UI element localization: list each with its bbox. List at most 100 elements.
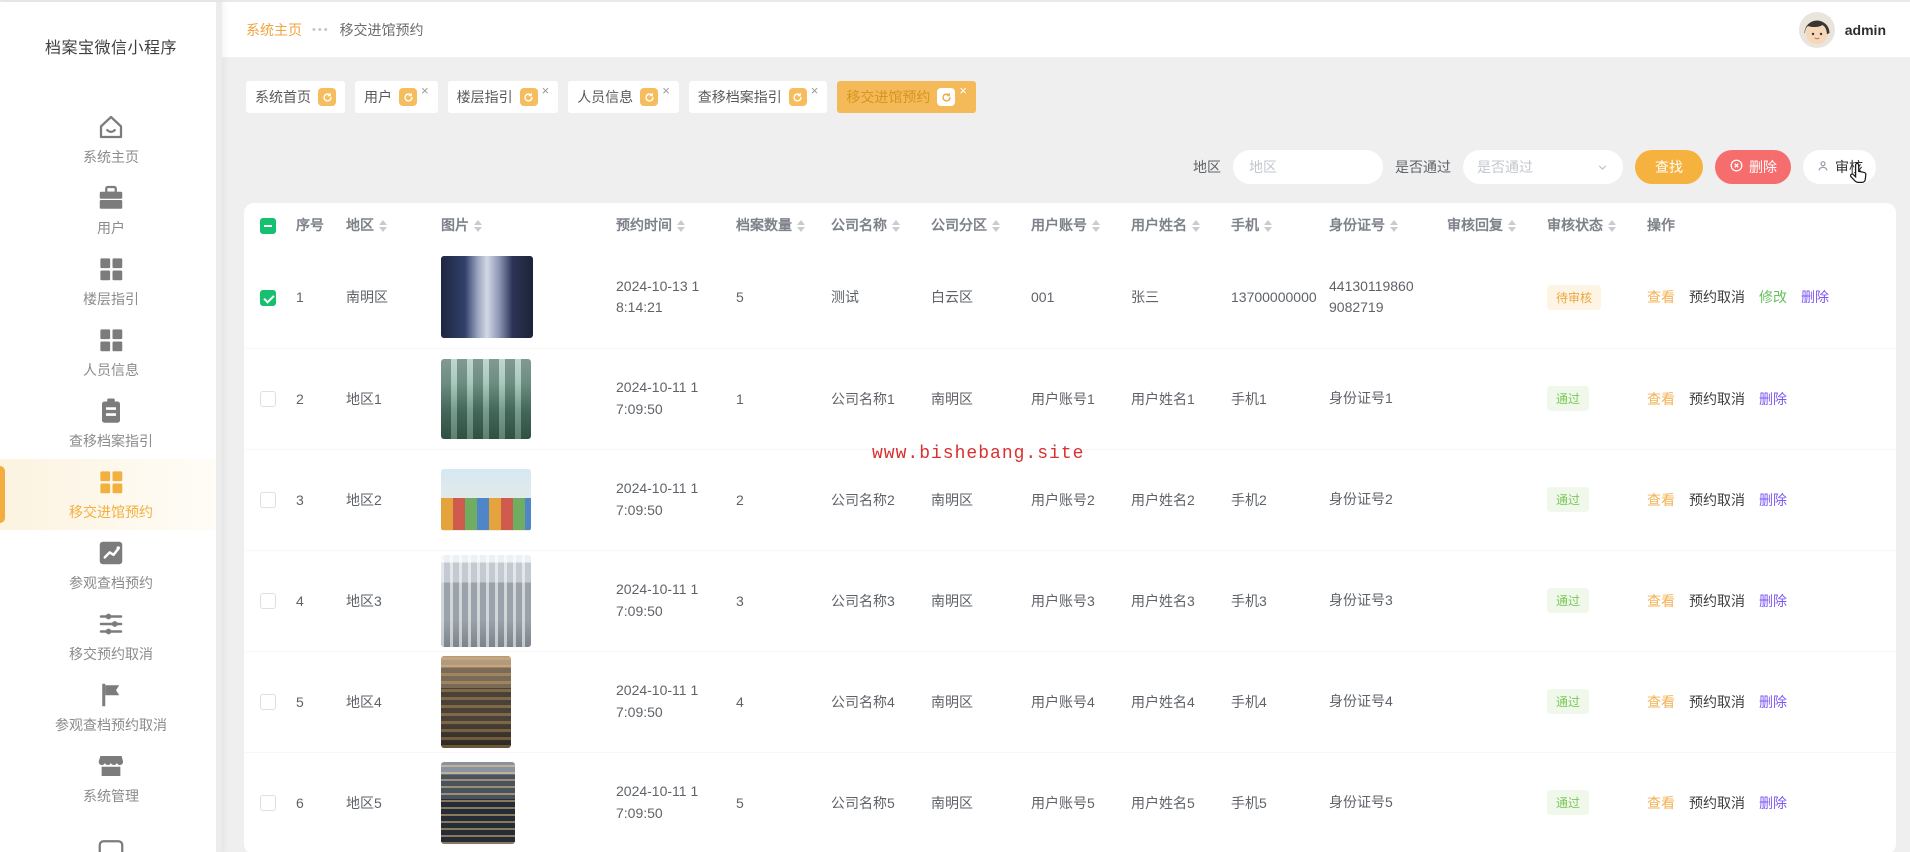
tab-4[interactable]: 人员信息× [568, 81, 679, 113]
grid-icon [96, 325, 126, 355]
op-cancel-link[interactable]: 预约取消 [1689, 389, 1745, 409]
select-all-checkbox[interactable] [260, 218, 276, 234]
avatar[interactable] [1799, 12, 1835, 48]
column-header[interactable]: 用户账号 [1019, 203, 1119, 247]
region-value: 地区1 [346, 391, 382, 407]
sidebar-item-9[interactable]: 参观查档预约取消 [0, 672, 222, 743]
op-view-link[interactable]: 查看 [1647, 793, 1675, 813]
close-icon[interactable]: × [662, 84, 670, 97]
breadcrumb-home-link[interactable]: 系统主页 [246, 20, 302, 40]
tab-2[interactable]: 用户 × [355, 81, 438, 113]
op-delete-link[interactable]: 删除 [1759, 793, 1787, 813]
cell-time: 2024-10-11 17:09:50 [604, 449, 724, 550]
op-cancel-link[interactable]: 预约取消 [1689, 591, 1745, 611]
cell-account: 用户账号5 [1019, 752, 1119, 852]
cell-reply [1435, 651, 1535, 752]
cell-company: 公司名称2 [819, 449, 919, 550]
tab-bar: 系统首页用户×楼层指引×人员信息×查移档案指引×移交进馆预约× [246, 81, 1910, 113]
column-header[interactable]: 身份证号 [1317, 203, 1435, 247]
sort-caret-icon [474, 220, 482, 232]
close-icon[interactable]: × [542, 84, 550, 97]
op-view-link[interactable]: 查看 [1647, 490, 1675, 510]
row-checkbox[interactable] [260, 391, 276, 407]
status-badge: 通过 [1547, 588, 1589, 613]
column-header[interactable]: 用户姓名 [1119, 203, 1219, 247]
tab-5[interactable]: 查移档案指引× [689, 81, 828, 113]
row-checkbox[interactable] [260, 694, 276, 710]
column-header[interactable]: 审核回复 [1435, 203, 1535, 247]
op-cancel-link[interactable]: 预约取消 [1689, 287, 1745, 307]
cell-image [429, 752, 604, 852]
cell-index: 2 [284, 348, 334, 449]
cell-company: 公司名称1 [819, 348, 919, 449]
cell-time: 2024-10-11 17:09:50 [604, 550, 724, 651]
op-view-link[interactable]: 查看 [1647, 287, 1675, 307]
op-delete-link[interactable]: 删除 [1759, 490, 1787, 510]
row-index: 1 [296, 289, 304, 305]
region-filter-input[interactable] [1233, 150, 1383, 184]
building-photo-night-apartment[interactable] [441, 762, 515, 844]
sidebar-item-3[interactable]: 楼层指引 [0, 246, 222, 317]
building-photo-dusk-tower[interactable] [441, 656, 511, 748]
delete-button[interactable]: 删除 [1715, 150, 1791, 184]
sidebar-item-1[interactable]: 系统主页 [0, 104, 222, 175]
op-view-link[interactable]: 查看 [1647, 591, 1675, 611]
close-icon[interactable]: × [959, 84, 967, 97]
row-checkbox[interactable] [260, 795, 276, 811]
sidebar-item-7[interactable]: 参观查档预约 [0, 530, 222, 601]
sidebar-item-10[interactable]: 系统管理 [0, 743, 222, 814]
cell-status: 通过 [1535, 752, 1635, 852]
cell-partition: 南明区 [919, 651, 1019, 752]
column-header[interactable]: 公司名称 [819, 203, 919, 247]
building-photo-gray-highrise[interactable] [441, 555, 531, 647]
op-delete-link[interactable]: 删除 [1759, 389, 1787, 409]
sidebar-item-5[interactable]: 查移档案指引 [0, 388, 222, 459]
op-cancel-link[interactable]: 预约取消 [1689, 490, 1745, 510]
sidebar-item-11[interactable] [0, 814, 222, 852]
op-cancel-link[interactable]: 预约取消 [1689, 692, 1745, 712]
op-cancel-link[interactable]: 预约取消 [1689, 793, 1745, 813]
op-delete-link[interactable]: 删除 [1759, 692, 1787, 712]
column-header[interactable]: 档案数量 [724, 203, 819, 247]
building-photo-residential-towers[interactable] [441, 359, 531, 439]
audit-button[interactable]: 审核 [1803, 150, 1876, 184]
column-header[interactable]: 地区 [334, 203, 429, 247]
sidebar-item-6[interactable]: 移交进馆预约 [0, 459, 222, 530]
search-button[interactable]: 查找 [1635, 150, 1703, 184]
tab-label: 用户 [364, 87, 392, 107]
column-header[interactable]: 审核状态 [1535, 203, 1635, 247]
sidebar-item-4[interactable]: 人员信息 [0, 317, 222, 388]
column-header[interactable]: 公司分区 [919, 203, 1019, 247]
close-icon[interactable]: × [811, 84, 819, 97]
op-edit-link[interactable]: 修改 [1759, 287, 1787, 307]
sidebar-item-8[interactable]: 移交预约取消 [0, 601, 222, 672]
phone-number: 手机4 [1231, 694, 1267, 710]
building-photo-colorful-lowrise[interactable] [441, 469, 531, 531]
building-photo-office-tower-night[interactable] [441, 256, 533, 338]
cell-name: 用户姓名2 [1119, 449, 1219, 550]
op-delete-link[interactable]: 删除 [1801, 287, 1829, 307]
sort-caret-icon [892, 220, 900, 232]
column-header[interactable]: 图片 [429, 203, 604, 247]
op-view-link[interactable]: 查看 [1647, 389, 1675, 409]
row-checkbox[interactable] [260, 593, 276, 609]
tab-6[interactable]: 移交进馆预约× [837, 81, 976, 113]
tab-1[interactable]: 系统首页 [246, 81, 345, 113]
cell-status: 通过 [1535, 550, 1635, 651]
op-delete-link[interactable]: 删除 [1759, 591, 1787, 611]
column-header[interactable]: 手机 [1219, 203, 1317, 247]
close-icon[interactable]: × [421, 84, 429, 97]
cell-name: 张三 [1119, 247, 1219, 348]
user-menu[interactable]: admin [1799, 12, 1886, 48]
tab-3[interactable]: 楼层指引× [448, 81, 559, 113]
op-view-link[interactable]: 查看 [1647, 692, 1675, 712]
pass-filter-select[interactable]: 是否通过 [1463, 150, 1623, 184]
refresh-icon [789, 88, 807, 106]
row-checkbox[interactable] [260, 492, 276, 508]
sidebar-item-label: 系统管理 [83, 786, 139, 806]
user-name: 张三 [1131, 289, 1159, 305]
sidebar-item-2[interactable]: 用户 [0, 175, 222, 246]
row-checkbox[interactable] [260, 290, 276, 306]
table-row: 5地区42024-10-11 17:09:504公司名称4南明区用户账号4用户姓… [244, 651, 1896, 752]
column-header[interactable]: 预约时间 [604, 203, 724, 247]
